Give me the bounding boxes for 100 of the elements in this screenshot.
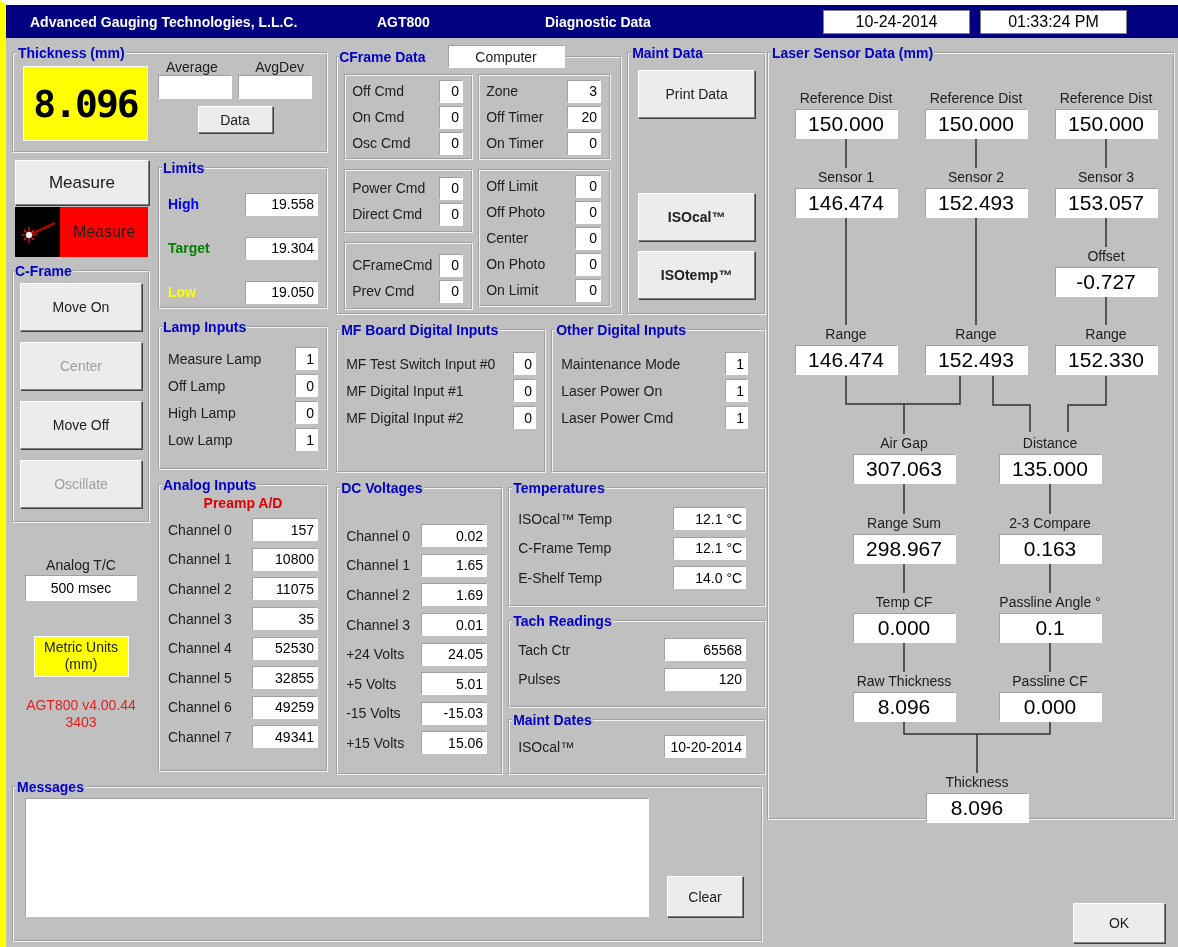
- messages-field[interactable]: [25, 798, 649, 917]
- value-field: 0: [439, 202, 464, 226]
- sensor-value-field: 298.967: [852, 534, 956, 564]
- value-field: 11075: [252, 577, 318, 601]
- field-label: Channel 6: [168, 699, 232, 716]
- value-field: 1: [725, 352, 749, 375]
- sensor-value-field: 153.057: [1054, 188, 1158, 218]
- value-field: 12.1 °C: [673, 536, 747, 560]
- field-label: Pulses: [518, 671, 561, 688]
- group-title: Maint Dates: [512, 712, 593, 728]
- field-label: On Cmd: [352, 109, 405, 125]
- field-label: Tach Ctr: [518, 641, 571, 658]
- leader-line: [1105, 137, 1107, 169]
- field-label: Prev Cmd: [352, 283, 415, 299]
- value-field: 120: [664, 667, 747, 691]
- leader-line: [1105, 296, 1107, 326]
- value-field: 0: [295, 401, 318, 424]
- sensor-value-field: 152.330: [1054, 345, 1158, 375]
- field-label: MF Digital Input #1: [346, 382, 464, 399]
- field-label: C-Frame Temp: [518, 540, 612, 557]
- sensor-label: Range: [1085, 325, 1127, 344]
- group-title: DC Voltages: [340, 480, 424, 496]
- group-title: MF Board Digital Inputs: [340, 322, 500, 338]
- sensor-label: Temp CF: [875, 593, 933, 612]
- print-data-button[interactable]: Print Data: [638, 70, 756, 118]
- sensor-value-field: 0.000: [852, 613, 956, 643]
- field-label: Zone: [486, 83, 519, 99]
- group-title: C-Frame: [14, 263, 73, 279]
- value-field: 52530: [252, 636, 318, 660]
- preamp-heading: Preamp A/D: [202, 495, 284, 511]
- time-field: 01:33:24 PM: [980, 9, 1127, 34]
- sensor-value-field: 307.063: [852, 454, 956, 484]
- field-label: Channel 7: [168, 728, 232, 745]
- sensor-value-field: 146.474: [794, 188, 898, 218]
- value-field: 49259: [252, 695, 318, 719]
- field-label: +5 Volts: [346, 675, 397, 692]
- value-field: 3: [567, 79, 602, 103]
- source-field: Computer: [447, 45, 565, 68]
- value-field: 0.01: [421, 613, 488, 637]
- value-field: 1: [725, 406, 749, 429]
- sensor-label: Reference Dist: [1059, 89, 1153, 108]
- measure-button[interactable]: Measure: [15, 160, 149, 205]
- sensor-label: 2-3 Compare: [1009, 514, 1091, 533]
- field-label: Channel 4: [168, 640, 232, 657]
- value-field: 0.02: [421, 524, 488, 548]
- field-label: On Limit: [486, 282, 539, 298]
- field-label: Center: [486, 230, 529, 246]
- value-field: 1.65: [421, 553, 488, 577]
- field-label: Maintenance Mode: [561, 355, 681, 372]
- field-label: Laser Power Cmd: [561, 409, 674, 426]
- limit-label: High: [168, 196, 200, 212]
- value-field: 1: [725, 379, 749, 402]
- field-label: Measure Lamp: [168, 350, 262, 367]
- sensor-value-field: 152.493: [924, 188, 1028, 218]
- group-title: Messages: [16, 779, 85, 795]
- value-field: 0: [439, 253, 464, 277]
- sensor-label: Thickness: [945, 773, 1009, 792]
- field-label: CFrameCmd: [352, 257, 433, 273]
- field-label: MF Test Switch Input #0: [346, 355, 496, 372]
- ok-button[interactable]: OK: [1073, 903, 1165, 943]
- field-label: Osc Cmd: [352, 135, 411, 151]
- value-field: 0: [439, 176, 464, 200]
- value-field: 157: [252, 518, 318, 542]
- field-label: E-Shelf Temp: [518, 570, 602, 586]
- avgdev-label: AvgDev: [255, 59, 304, 75]
- sensor-label: Passline CF: [1012, 672, 1088, 691]
- value-field: 0: [567, 131, 602, 155]
- value-field: 0: [575, 226, 602, 250]
- sensor-label: Passline Angle °: [999, 593, 1101, 612]
- isocal-button[interactable]: ISOcal™: [638, 193, 756, 241]
- value-field: 24.05: [421, 642, 488, 666]
- date-field: 10-24-2014: [823, 9, 970, 34]
- average-label: Average: [166, 59, 218, 75]
- sensor-value-field: -0.727: [1054, 267, 1158, 297]
- value-field: 12.1 °C: [673, 507, 747, 531]
- leader-line: [1067, 375, 1107, 433]
- field-label: ISOcal™: [518, 738, 575, 755]
- field-label: Off Timer: [486, 109, 544, 125]
- sensor-label: Sensor 3: [1077, 168, 1134, 187]
- value-field: 1: [295, 428, 318, 451]
- value-field: 10-20-2014: [664, 735, 747, 759]
- clear-button[interactable]: Clear: [667, 876, 743, 917]
- group-title: Analog Inputs: [162, 477, 258, 493]
- field-label: Channel 0: [346, 527, 410, 544]
- value-field: 0: [513, 379, 537, 402]
- company-name: Advanced Gauging Technologies, L.L.C.: [30, 13, 299, 30]
- value-field: 0: [575, 200, 602, 224]
- sensor-value-field: 0.1: [998, 613, 1102, 643]
- field-label: Channel 3: [346, 616, 410, 633]
- isotemp-button[interactable]: ISOtemp™: [638, 251, 756, 299]
- leader-line: [975, 137, 977, 169]
- sensor-label: Sensor 1: [817, 168, 874, 187]
- data-button[interactable]: Data: [197, 106, 273, 133]
- field-label: +15 Volts: [346, 734, 405, 751]
- group-title: Laser Sensor Data (mm): [771, 45, 935, 61]
- cframe-button[interactable]: Move Off: [20, 401, 142, 449]
- value-field: 0: [575, 278, 602, 302]
- cframe-button[interactable]: Move On: [20, 283, 142, 331]
- limit-label: Target: [168, 240, 210, 256]
- field-label: Power Cmd: [352, 180, 426, 196]
